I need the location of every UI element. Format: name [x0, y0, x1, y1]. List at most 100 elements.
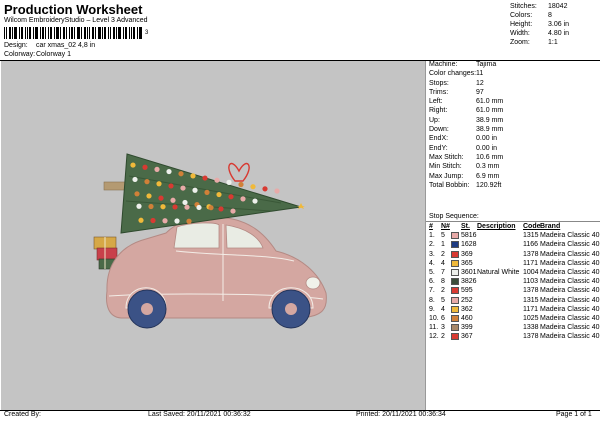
cell-st: 3601	[461, 268, 477, 276]
width-label: Width:	[510, 30, 530, 37]
ornament	[136, 203, 142, 209]
cell-num: 7.	[429, 287, 435, 295]
stat-label: Down:	[429, 126, 449, 134]
cell-n: 7	[441, 268, 445, 276]
ornament	[190, 173, 196, 179]
cell-n: 4	[441, 259, 445, 267]
cell-st: 369	[461, 250, 473, 258]
cell-n: 4	[441, 305, 445, 313]
cell-code: 1315	[523, 296, 539, 304]
zoom-row: Zoom: 1:1	[510, 39, 558, 46]
stat-row: Trims: 97	[429, 88, 503, 97]
ornament	[144, 179, 150, 185]
printed-date: Printed: 20/11/2021 00:36:34	[356, 411, 446, 418]
design-value: car xmas_02 4,8 in	[36, 42, 96, 49]
ornament	[238, 181, 244, 188]
ornament	[170, 197, 176, 203]
cell-n: 5	[441, 296, 445, 304]
height-row: Height: 3.06 in	[510, 21, 569, 28]
ornament	[130, 162, 136, 168]
cell-num: 5.	[429, 268, 435, 276]
cell-st: 1628	[461, 241, 477, 249]
cell-st: 252	[461, 296, 473, 304]
zoom-value: 1:1	[548, 39, 558, 46]
ornament	[178, 171, 184, 177]
thread-color-swatch	[451, 241, 459, 249]
zoom-label: Zoom:	[510, 39, 530, 46]
thread-color-swatch	[451, 333, 459, 341]
ornament	[226, 179, 232, 185]
stat-value: 12	[476, 79, 484, 87]
design-row: Design: car xmas_02 4,8 in	[4, 42, 95, 49]
column-header: St.	[461, 223, 470, 230]
ornament	[274, 188, 280, 194]
ornament	[202, 175, 208, 181]
stat-label: Total Bobbin:	[429, 181, 470, 189]
cell-num: 10.	[429, 314, 439, 322]
cell-code: 1378	[523, 250, 539, 258]
thread-color-swatch	[451, 287, 459, 295]
thread-color-swatch	[451, 259, 459, 267]
cell-brand: Madeira Classic 40	[540, 287, 600, 295]
stat-row: Total Bobbin: 120.92ft	[429, 181, 503, 190]
column-header: Code	[523, 223, 541, 230]
cell-n: 1	[441, 241, 445, 249]
ornament	[166, 168, 172, 175]
ornament	[162, 218, 168, 224]
cell-num: 1.	[429, 232, 435, 240]
software-subtitle: Wilcom EmbroideryStudio – Level 3 Advanc…	[4, 17, 148, 24]
ornament	[174, 218, 180, 224]
stat-row: Color changes:11	[429, 69, 503, 78]
thread-color-swatch	[451, 232, 459, 240]
cell-brand: Madeira Classic 40	[540, 296, 600, 304]
cell-st: 595	[461, 287, 473, 295]
cell-num: 2.	[429, 241, 435, 249]
stat-value: 0.00 in	[476, 135, 498, 143]
thread-color-swatch	[451, 278, 459, 286]
stat-row: Max Jump: 6.9 mm	[429, 172, 503, 181]
ornament	[182, 199, 188, 206]
cell-st: 399	[461, 324, 473, 332]
height-value: 3.06 in	[548, 21, 570, 28]
page-number: Page 1 of 1	[556, 411, 592, 418]
cell-code: 1378	[523, 333, 539, 341]
cell-brand: Madeira Classic 40	[540, 305, 600, 313]
cell-brand: Madeira Classic 40	[540, 241, 600, 249]
ornament	[250, 184, 256, 190]
cell-num: 11.	[429, 324, 439, 332]
stat-value: 11	[476, 70, 484, 78]
ornament	[218, 206, 224, 212]
design-preview	[1, 61, 426, 410]
stat-label: Up:	[429, 116, 440, 124]
stat-row: Stops: 12	[429, 79, 503, 88]
design-label: Design:	[4, 42, 28, 49]
stat-row: Down: 38.9 mm	[429, 125, 503, 134]
column-header: Brand	[540, 223, 561, 230]
thread-color-swatch	[451, 314, 459, 322]
cell-num: 12.	[429, 333, 439, 341]
cell-st: 362	[461, 305, 473, 313]
stat-value: 38.9 mm	[476, 126, 504, 134]
ornament	[192, 187, 198, 193]
thread-color-swatch	[451, 305, 459, 313]
cell-num: 9.	[429, 305, 435, 313]
colors-row: Colors: 8	[510, 12, 552, 19]
stat-value: 38.9 mm	[476, 116, 504, 124]
cell-code: 1171	[523, 259, 539, 267]
ornament	[150, 217, 156, 224]
thread-color-swatch	[451, 324, 459, 332]
cell-n: 2	[441, 333, 445, 341]
cell-brand: Madeira Classic 40	[540, 278, 600, 286]
cell-brand: Madeira Classic 40	[540, 268, 600, 276]
thread-color-swatch	[451, 250, 459, 258]
ornament	[262, 186, 268, 192]
ornament	[132, 176, 138, 183]
cell-st: 365	[461, 259, 473, 267]
cell-code: 1315	[523, 232, 539, 240]
ornament	[252, 198, 258, 204]
cell-desc: Natural White	[477, 268, 520, 276]
cell-brand: Madeira Classic 40	[540, 324, 600, 332]
stitches-value: 18042	[548, 3, 568, 10]
barcode-digit: 3	[145, 30, 149, 36]
stat-row: Max Stitch: 10.6 mm	[429, 153, 503, 162]
